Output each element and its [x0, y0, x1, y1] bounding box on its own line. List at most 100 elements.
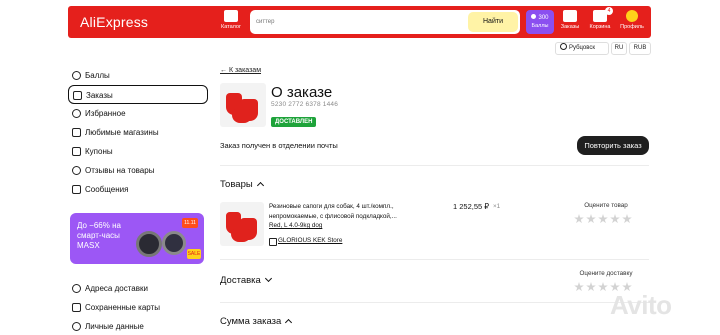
section-title: Товары [220, 179, 253, 190]
orders-button[interactable]: Заказы [557, 10, 583, 34]
sidebar-item-addresses[interactable]: Адреса доставки [68, 279, 208, 298]
sidebar-item-label: Баллы [85, 71, 110, 80]
delivery-status-text: Заказ получен в отделении почты [220, 141, 338, 150]
sidebar-item-label: Избранное [85, 109, 126, 118]
points-icon [72, 71, 81, 80]
catalog-button[interactable]: Каталог [218, 10, 244, 34]
sidebar-item-points[interactable]: Баллы [68, 66, 208, 85]
heart-icon [72, 109, 81, 118]
star-icon[interactable] [586, 214, 596, 224]
promo-line: До −66% на [77, 221, 121, 230]
search-input[interactable] [256, 16, 456, 28]
rate-product-label: Оцените товар [584, 202, 628, 209]
cart-count-badge: 4 [605, 7, 613, 15]
currency-selector[interactable]: RUB [629, 42, 651, 55]
sidebar-item-label: Купоны [85, 147, 113, 156]
points-value: 300 [526, 14, 554, 21]
sidebar-item-label: Сохраненные карты [85, 303, 160, 312]
smartwatch-image [136, 231, 162, 257]
star-icon[interactable] [598, 282, 608, 292]
catalog-label: Каталог [221, 24, 241, 30]
section-title: Доставка [220, 275, 261, 286]
rate-delivery-label: Оцените доставку [579, 270, 633, 277]
product-quantity: ×1 [493, 203, 501, 210]
promo-text: До −66% на смарт-часы MASX [77, 221, 137, 251]
smartwatch-promo-banner[interactable]: До −66% на смарт-часы MASX 11.11 SALE [70, 213, 204, 264]
promo-line: смарт-часы [77, 231, 120, 240]
section-title: Сумма заказа [220, 316, 282, 327]
orders-label: Заказы [560, 24, 580, 30]
delivery-rating-stars [574, 279, 634, 292]
chevron-up-icon [256, 181, 264, 190]
sidebar-item-favorite-stores[interactable]: Любимые магазины [68, 123, 208, 142]
star-icon[interactable] [586, 282, 596, 292]
back-to-orders-link[interactable]: ← К заказам [220, 67, 261, 74]
aliexpress-logo[interactable]: AliExpress [80, 14, 148, 30]
sidebar-item-orders[interactable]: Заказы [68, 85, 208, 104]
store-icon [72, 128, 81, 137]
chevron-up-icon [285, 318, 293, 327]
smartwatch-image [162, 231, 186, 255]
repeat-order-button[interactable]: Повторить заказ [577, 136, 649, 155]
sidebar-item-saved-cards[interactable]: Сохраненные карты [68, 298, 208, 317]
sidebar-item-label: Заказы [86, 91, 113, 100]
promo-line: MASX [77, 241, 100, 250]
city-selector[interactable]: Рубцовск [555, 42, 609, 55]
message-icon [72, 185, 81, 194]
delivery-section-toggle[interactable]: Доставка [220, 274, 272, 286]
boot-shape [231, 229, 251, 242]
status-badge: ДОСТАВЛЕН [271, 117, 317, 127]
promo-date-badge: 11.11 [182, 218, 198, 228]
sidebar-item-messages[interactable]: Сообщения [68, 180, 208, 199]
product-rating-stars [574, 211, 634, 224]
orders-icon [563, 10, 577, 22]
profile-smiley-icon [626, 10, 638, 22]
order-number: 5230 2772 6378 1446 [271, 101, 339, 108]
star-icon[interactable] [574, 282, 584, 292]
divider [220, 165, 649, 166]
points-button[interactable]: 300 Баллы [526, 10, 554, 34]
search-button[interactable]: Найти [468, 12, 518, 32]
card-icon [72, 303, 81, 312]
language-selector[interactable]: RU [611, 42, 627, 55]
divider [220, 302, 649, 303]
coupon-icon [72, 147, 81, 156]
sidebar-item-favorites[interactable]: Избранное [68, 104, 208, 123]
product-price: 1 252,55 ₽ [453, 202, 490, 211]
person-icon [72, 322, 81, 331]
star-icon[interactable] [598, 214, 608, 224]
profile-label: Профиль [620, 24, 644, 30]
sidebar-item-reviews[interactable]: Отзывы на товары [68, 161, 208, 180]
review-icon [72, 166, 81, 175]
location-icon [72, 284, 81, 293]
sidebar-item-label: Любимые магазины [85, 128, 159, 137]
star-icon[interactable] [574, 214, 584, 224]
catalog-icon [224, 10, 238, 22]
sidebar-item-label: Личные данные [85, 322, 144, 331]
sidebar-item-coupons[interactable]: Купоны [68, 142, 208, 161]
products-section-toggle[interactable]: Товары [220, 179, 264, 190]
orders-icon [73, 91, 82, 100]
product-variant[interactable]: Red, L 4.0-9kg dog [269, 222, 322, 229]
sidebar-item-label: Отзывы на товары [85, 166, 155, 175]
boot-shape [232, 109, 252, 123]
points-label: Баллы [531, 23, 549, 29]
sidebar-item-personal-data[interactable]: Личные данные [68, 317, 208, 335]
product-name[interactable]: Резиновые сапоги для собак, 4 шт./компл.… [269, 202, 419, 221]
store-link[interactable]: GLORIOUS KEK Store [269, 237, 342, 246]
star-icon[interactable] [622, 214, 632, 224]
top-header: AliExpress Каталог Найти 300 Баллы Заказ… [68, 6, 651, 38]
order-sum-section-toggle[interactable]: Сумма заказа [220, 316, 293, 327]
search-bar: Найти [250, 10, 520, 34]
cart-label: Корзина [589, 24, 611, 30]
promo-sale-badge: SALE [187, 249, 201, 259]
cart-button[interactable]: 4 Корзина [587, 7, 613, 34]
divider [220, 259, 649, 260]
order-product-image[interactable] [220, 83, 266, 127]
profile-button[interactable]: Профиль [617, 10, 647, 34]
star-icon[interactable] [610, 214, 620, 224]
page-title: О заказе [271, 84, 333, 101]
product-image[interactable] [220, 202, 264, 246]
sidebar-item-label: Адреса доставки [85, 284, 148, 293]
sidebar-item-label: Сообщения [85, 185, 129, 194]
